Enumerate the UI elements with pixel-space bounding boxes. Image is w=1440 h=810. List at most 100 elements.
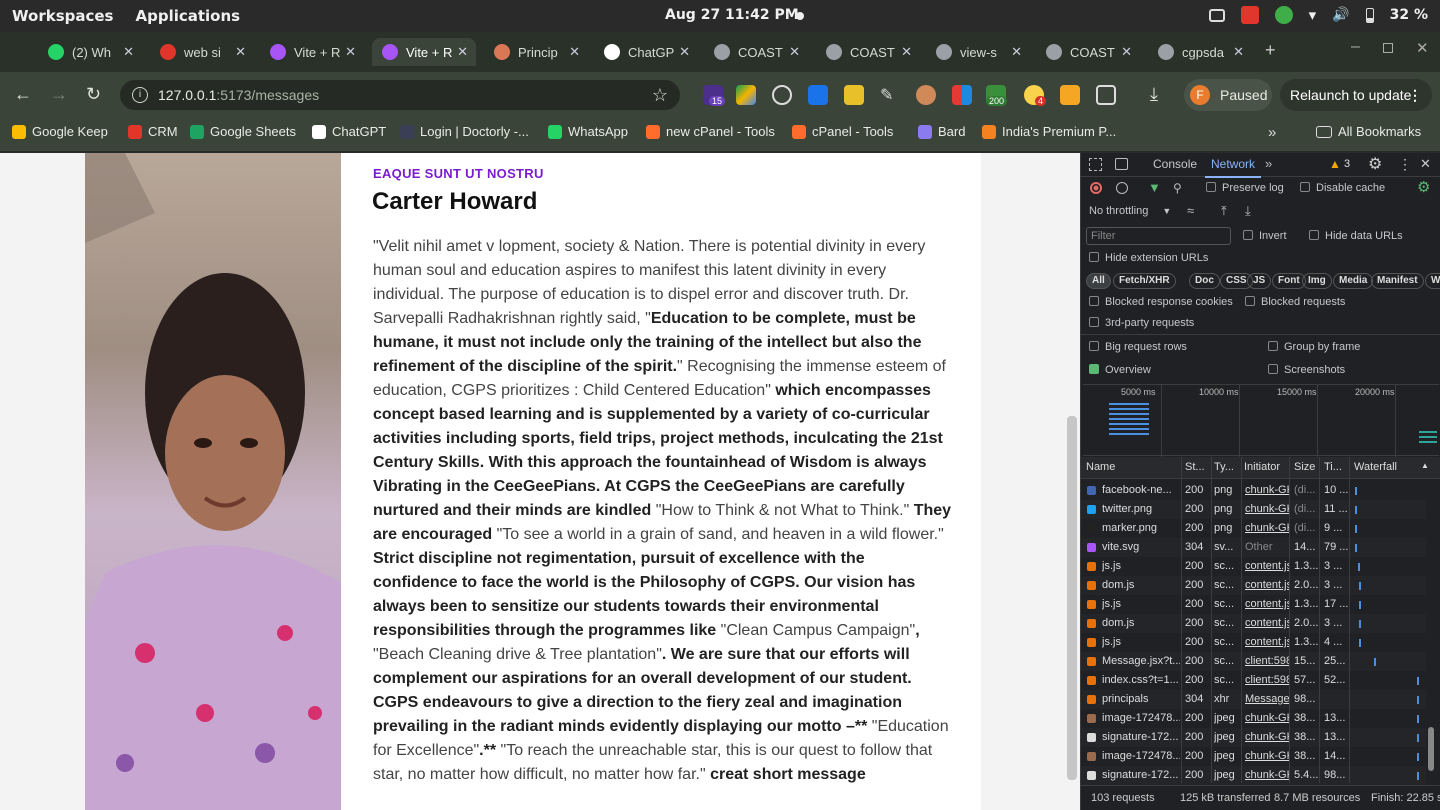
bookmark-item[interactable]: CRM <box>128 124 178 139</box>
record-icon[interactable] <box>1090 182 1102 194</box>
filter-input[interactable]: Filter <box>1086 227 1231 245</box>
browser-tab[interactable]: Vite + R ✕ <box>372 38 476 66</box>
browser-tab[interactable]: cgpsda ✕ <box>1148 38 1252 66</box>
relaunch-button[interactable]: Relaunch to update ⋮ <box>1280 79 1432 111</box>
invert-checkbox[interactable]: Invert <box>1243 230 1287 242</box>
column-header[interactable]: Ti... <box>1324 461 1342 473</box>
back-button[interactable]: ← <box>14 84 32 105</box>
cell-init[interactable]: chunk-GK <box>1245 766 1289 785</box>
device-toggle-icon[interactable] <box>1115 158 1128 170</box>
network-conditions-icon[interactable]: ≈ <box>1187 203 1194 218</box>
type-filter-chip[interactable]: Img <box>1302 273 1332 289</box>
browser-tab[interactable]: ChatGP ✕ <box>594 38 698 66</box>
minimize-button[interactable]: – <box>1351 38 1360 56</box>
table-row[interactable]: js.js 200 sc... content.js 1.3... 17 ... <box>1081 595 1426 614</box>
download-ext-icon[interactable] <box>808 85 828 105</box>
group-frame-checkbox[interactable]: Group by frame <box>1268 341 1360 353</box>
browser-tab[interactable]: COAST ✕ <box>1036 38 1140 66</box>
close-tab-icon[interactable]: ✕ <box>679 44 690 60</box>
table-row[interactable]: js.js 200 sc... content.js 1.3... 4 ... <box>1081 633 1426 652</box>
downloads-icon[interactable]: ⤓ <box>1150 84 1158 105</box>
reload-button[interactable]: ↻ <box>86 84 101 105</box>
applications-menu[interactable]: Applications <box>135 7 240 25</box>
close-window-button[interactable]: ✕ <box>1416 39 1429 57</box>
blocked-requests-checkbox[interactable]: Blocked requests <box>1245 296 1345 308</box>
import-har-icon[interactable]: ⤒ <box>1221 203 1227 219</box>
bookmark-item[interactable]: ChatGPT <box>312 124 386 139</box>
cell-init[interactable]: chunk-GK <box>1245 481 1289 500</box>
table-row[interactable]: signature-172... 200 jpeg chunk-GK 5.4... 98.… <box>1081 766 1426 785</box>
page-scrollbar[interactable] <box>1067 416 1077 780</box>
cell-init[interactable]: client:598 <box>1245 671 1289 690</box>
bookmark-item[interactable]: Google Keep <box>12 124 108 139</box>
table-row[interactable]: signature-172... 200 jpeg chunk-GK 38... 13..… <box>1081 728 1426 747</box>
close-tab-icon[interactable]: ✕ <box>345 44 356 60</box>
wifi-icon[interactable]: ▾ <box>1309 6 1317 24</box>
column-header[interactable]: Name <box>1086 461 1115 473</box>
export-har-icon[interactable]: ⤓ <box>1245 203 1251 219</box>
close-tab-icon[interactable]: ✕ <box>123 44 134 60</box>
close-tab-icon[interactable]: ✕ <box>1121 44 1132 60</box>
cell-init[interactable]: content.js <box>1245 595 1289 614</box>
cell-init[interactable]: chunk-GK <box>1245 709 1289 728</box>
close-tab-icon[interactable]: ✕ <box>1011 44 1022 60</box>
tag-icon[interactable] <box>844 85 864 105</box>
browser-tab[interactable]: COAST ✕ <box>704 38 808 66</box>
column-header[interactable]: Initiator <box>1244 461 1280 473</box>
more-tabs-icon[interactable]: » <box>1265 156 1272 171</box>
big-rows-checkbox[interactable]: Big request rows <box>1089 341 1187 353</box>
type-filter-chip[interactable]: Media <box>1333 273 1374 289</box>
bookmark-item[interactable]: Login | Doctorly -... <box>400 124 529 139</box>
cell-init[interactable]: chunk-GK <box>1245 519 1289 538</box>
bookmark-item[interactable]: Bard <box>918 124 965 139</box>
browser-tab[interactable]: (2) Wh ✕ <box>38 38 142 66</box>
cell-init[interactable]: Other <box>1245 538 1289 557</box>
hide-ext-urls-checkbox[interactable]: Hide extension URLs <box>1089 252 1208 264</box>
google-drive-icon[interactable] <box>736 85 756 105</box>
column-header[interactable]: Size <box>1294 461 1315 473</box>
maximize-button[interactable] <box>1383 43 1393 53</box>
cell-init[interactable]: client:598 <box>1245 652 1289 671</box>
cell-init[interactable]: content.js <box>1245 576 1289 595</box>
network-settings-icon[interactable]: ⚙ <box>1417 178 1430 196</box>
close-tab-icon[interactable]: ✕ <box>235 44 246 60</box>
cell-init[interactable]: chunk-GK <box>1245 747 1289 766</box>
close-tab-icon[interactable]: ✕ <box>901 44 912 60</box>
browser-tab[interactable]: view-s ✕ <box>926 38 1030 66</box>
table-row[interactable]: image-172478... 200 jpeg chunk-GK 38... 14... <box>1081 747 1426 766</box>
clear-icon[interactable] <box>1116 182 1128 194</box>
close-devtools-icon[interactable]: ✕ <box>1420 156 1431 172</box>
face-ext-icon[interactable] <box>916 85 936 105</box>
type-filter-chip[interactable]: Manifest <box>1371 273 1424 289</box>
cell-init[interactable]: content.js <box>1245 557 1289 576</box>
bookmark-item[interactable]: India's Premium P... <box>982 124 1116 139</box>
warning-icon[interactable]: ▲ <box>1329 157 1341 171</box>
tab-network[interactable]: Network <box>1204 157 1262 178</box>
screen-icon[interactable] <box>1208 8 1225 22</box>
tab-console[interactable]: Console <box>1153 157 1197 171</box>
cell-init[interactable]: content.js <box>1245 633 1289 652</box>
browser-tab[interactable]: Vite + R ✕ <box>260 38 364 66</box>
cell-init[interactable]: chunk-GK <box>1245 500 1289 519</box>
column-header[interactable]: Waterfall <box>1354 461 1397 473</box>
close-tab-icon[interactable]: ✕ <box>457 44 468 60</box>
type-filter-chip[interactable]: Fetch/XHR <box>1113 273 1176 289</box>
request-table[interactable]: facebook-ne... 200 png chunk-GK (di... 10 ...… <box>1081 479 1440 785</box>
hide-data-urls-checkbox[interactable]: Hide data URLs <box>1309 230 1403 242</box>
bookmark-item[interactable]: new cPanel - Tools <box>646 124 775 139</box>
eyedropper-icon[interactable]: ✎ <box>880 85 900 105</box>
disable-cache-checkbox[interactable]: Disable cache <box>1300 182 1385 194</box>
type-filter-chip[interactable]: JS <box>1247 273 1272 289</box>
table-row[interactable]: vite.svg 304 sv... Other 14... 79 ... <box>1081 538 1426 557</box>
seo-icon[interactable] <box>1060 85 1080 105</box>
more-bookmarks-icon[interactable]: » <box>1268 124 1276 141</box>
kebab-menu-icon[interactable]: ⋮ <box>1408 79 1422 111</box>
browser-tab[interactable]: web si ✕ <box>150 38 254 66</box>
bookmark-star-icon[interactable]: ☆ <box>652 80 668 110</box>
screenshots-checkbox[interactable]: Screenshots <box>1268 364 1345 376</box>
table-row[interactable]: dom.js 200 sc... content.js 2.0... 3 ... <box>1081 614 1426 633</box>
table-scrollbar[interactable] <box>1428 727 1434 771</box>
settings-gear-icon[interactable]: ⚙ <box>1368 154 1382 174</box>
filter-funnel-icon[interactable]: ▼ <box>1148 180 1161 195</box>
site-info-icon[interactable]: i <box>132 87 148 103</box>
